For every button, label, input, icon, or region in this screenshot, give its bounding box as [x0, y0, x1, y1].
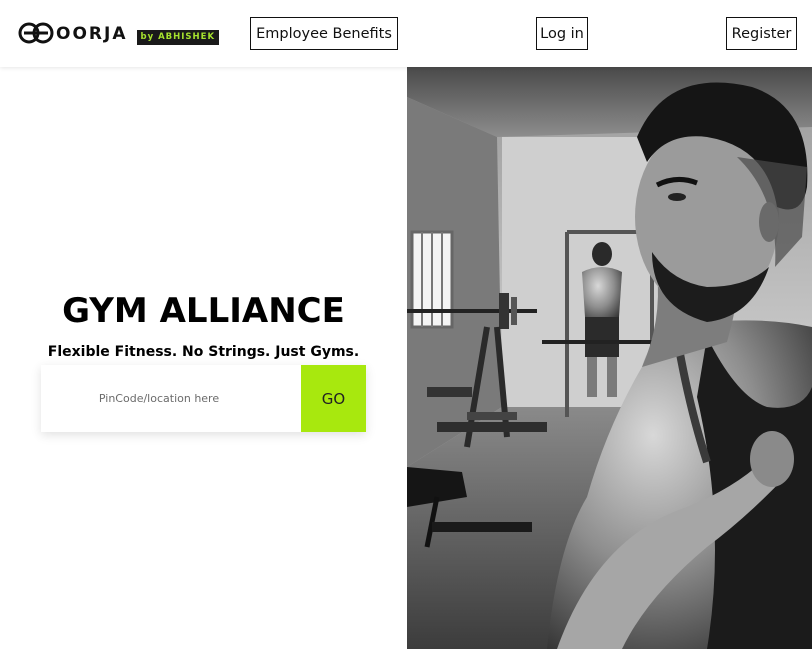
go-button[interactable]: GO [301, 365, 366, 432]
login-button[interactable]: Log in [536, 17, 588, 50]
location-search-input[interactable] [41, 365, 301, 432]
brand-badge: by ABHISHEK [137, 29, 220, 45]
hero-subtitle: Flexible Fitness. No Strings. Just Gyms. [47, 344, 360, 360]
gym-photo-illustration [407, 67, 812, 649]
register-button[interactable]: Register [726, 17, 797, 50]
hero-left-panel: GYM ALLIANCE Flexible Fitness. No String… [0, 67, 407, 649]
logo-mark-icon [18, 22, 54, 44]
location-search-box: GO [41, 365, 366, 432]
brand-logo[interactable]: OORJA by ABHISHEK [18, 21, 220, 45]
brand-name: OORJA [56, 23, 128, 44]
hero-image [407, 67, 812, 649]
hero-title: GYM ALLIANCE [62, 291, 345, 331]
employee-benefits-button[interactable]: Employee Benefits [250, 17, 398, 50]
site-header: OORJA by ABHISHEK Employee Benefits Log … [0, 0, 812, 67]
